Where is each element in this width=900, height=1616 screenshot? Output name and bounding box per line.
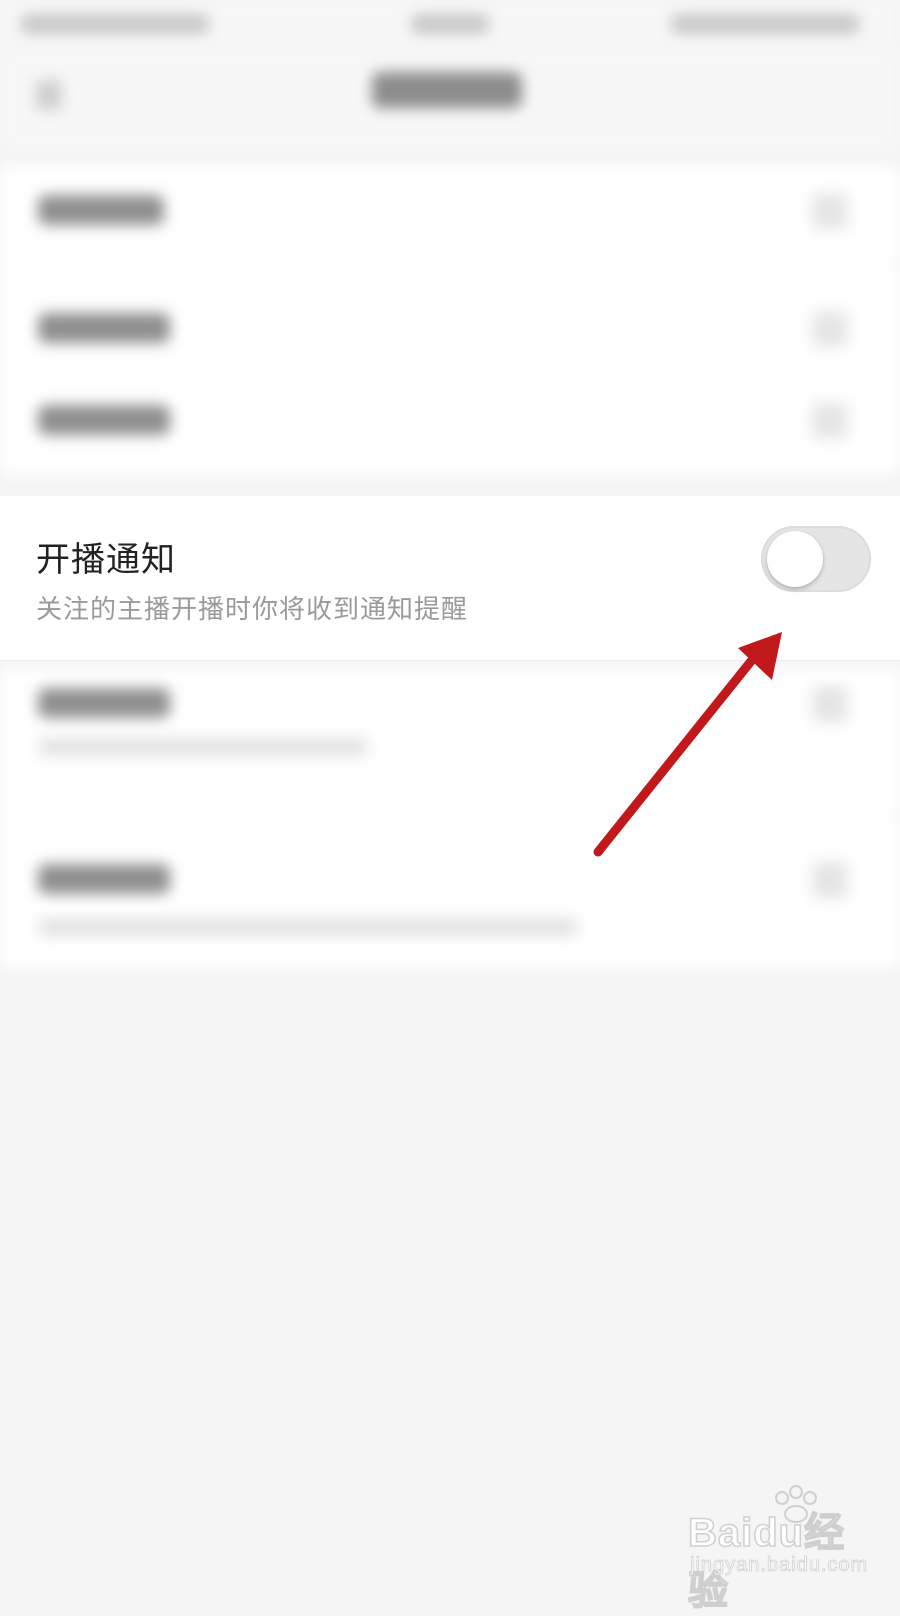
status-bar-indicators [670,14,860,34]
baidu-jingyan-watermark: Baidu经验 jingyan.baidu.com [687,1485,878,1614]
live-notification-toggle[interactable] [761,526,871,592]
status-bar [0,0,900,50]
setting-item-label [38,195,164,225]
chevron-right-icon [812,862,848,898]
status-bar-carrier [20,14,210,34]
settings-group-bottom [0,668,900,968]
setting-item-description [38,918,578,936]
setting-item-label [38,864,170,894]
live-notification-description: 关注的主播开播时你将收到通知提醒 [36,595,469,625]
toggle-knob [767,531,823,587]
setting-item-description [38,738,368,756]
chevron-right-icon [812,311,848,347]
divider [36,265,900,266]
live-notification-title: 开播通知 [36,540,176,580]
settings-group-top [0,165,900,475]
chevron-right-icon [812,686,848,722]
back-arrow-icon[interactable] [36,80,62,110]
chevron-right-icon [812,193,848,229]
divider [36,818,900,819]
setting-item-label [38,688,170,718]
navigation-bar [0,50,900,150]
setting-item-label [38,313,170,343]
page-title [372,72,522,108]
setting-item-label [38,405,170,435]
status-bar-time [410,14,490,34]
watermark-url: jingyan.baidu.com [690,1554,869,1577]
chevron-right-icon [812,403,848,439]
